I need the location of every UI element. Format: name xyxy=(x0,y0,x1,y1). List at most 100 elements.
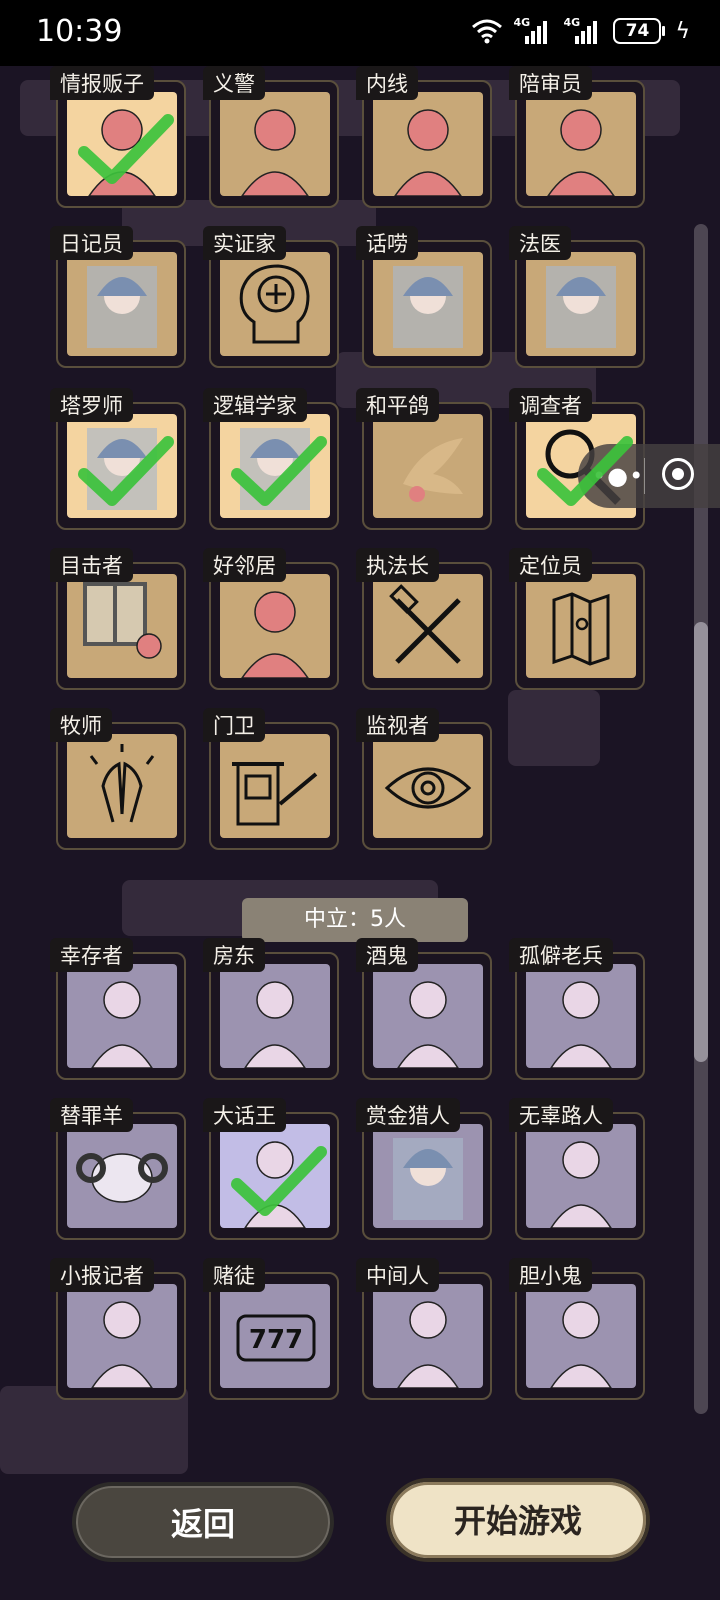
role-name-label: 塔罗师 xyxy=(50,388,133,422)
selected-check-icon xyxy=(78,436,174,506)
role-card[interactable]: 调查者 xyxy=(509,388,647,532)
role-card[interactable]: 酒鬼 xyxy=(356,938,494,1082)
role-card[interactable]: 门卫 xyxy=(203,708,341,852)
role-illustration xyxy=(403,438,463,502)
role-card[interactable]: 小报记者 xyxy=(50,1258,188,1402)
role-portrait xyxy=(526,252,636,356)
role-card[interactable]: 和平鸽 xyxy=(356,388,494,532)
role-illustration xyxy=(76,1153,168,1203)
role-name-label: 无辜路人 xyxy=(509,1098,613,1132)
charging-icon: ϟ xyxy=(675,18,690,44)
role-name-label: 大话王 xyxy=(203,1098,286,1132)
selected-check-icon xyxy=(231,436,327,506)
role-illustration xyxy=(546,266,616,348)
role-card[interactable]: 义警 xyxy=(203,66,341,210)
role-name-label: 实证家 xyxy=(203,226,286,260)
role-portrait xyxy=(526,574,636,678)
role-portrait xyxy=(526,92,636,196)
role-card[interactable]: 法医 xyxy=(509,226,647,370)
signal-icon-2: 4G xyxy=(563,16,603,46)
role-card[interactable]: 情报贩子 xyxy=(50,66,188,210)
role-illustration xyxy=(83,582,162,659)
role-illustration xyxy=(393,266,463,348)
role-illustration xyxy=(232,762,318,826)
role-card[interactable]: 执法长 xyxy=(356,548,494,692)
role-illustration xyxy=(550,981,612,1068)
role-card[interactable]: 房东 xyxy=(203,938,341,1082)
role-card[interactable]: 孤僻老兵 xyxy=(509,938,647,1082)
role-card[interactable]: 好邻居 xyxy=(203,548,341,692)
role-name-label: 牧师 xyxy=(50,708,112,742)
role-name-label: 定位员 xyxy=(509,548,592,582)
role-portrait xyxy=(526,1284,636,1388)
role-name-label: 门卫 xyxy=(203,708,265,742)
scrollbar-thumb[interactable] xyxy=(694,622,708,1062)
role-illustration xyxy=(394,109,462,196)
role-illustration xyxy=(547,109,615,196)
role-name-label: 孤僻老兵 xyxy=(509,938,613,972)
role-card[interactable]: 目击者 xyxy=(50,548,188,692)
role-portrait xyxy=(220,574,330,678)
role-illustration xyxy=(241,591,309,678)
role-illustration: 777 xyxy=(236,1314,316,1362)
role-card[interactable]: 实证家 xyxy=(203,226,341,370)
role-illustration xyxy=(244,981,306,1068)
role-card[interactable]: 监视者 xyxy=(356,708,494,852)
role-card[interactable]: 无辜路人 xyxy=(509,1098,647,1242)
role-card[interactable]: 话唠 xyxy=(356,226,494,370)
selected-check-icon xyxy=(537,436,633,506)
role-illustration xyxy=(91,981,153,1068)
role-illustration xyxy=(552,592,610,666)
role-portrait xyxy=(220,92,330,196)
role-portrait xyxy=(67,964,177,1068)
role-portrait xyxy=(67,734,177,838)
role-name-label: 逻辑学家 xyxy=(203,388,307,422)
role-name-label: 话唠 xyxy=(356,226,418,260)
role-name-label: 幸存者 xyxy=(50,938,133,972)
role-card[interactable]: 777 赌徒 xyxy=(203,1258,341,1402)
role-card[interactable]: 内线 xyxy=(356,66,494,210)
role-card[interactable]: 中间人 xyxy=(356,1258,494,1402)
role-portrait xyxy=(67,1124,177,1228)
role-card[interactable]: 塔罗师 xyxy=(50,388,188,532)
role-card[interactable]: 大话王 xyxy=(203,1098,341,1242)
capsule-divider xyxy=(644,458,645,494)
role-portrait xyxy=(373,1124,483,1228)
selected-check-icon xyxy=(78,114,174,184)
role-portrait xyxy=(373,964,483,1068)
role-illustration xyxy=(393,1138,463,1220)
battery-indicator: 74 xyxy=(613,18,666,44)
status-icons: 4G 4G 74 ϟ xyxy=(471,16,690,46)
role-card[interactable]: 逻辑学家 xyxy=(203,388,341,532)
role-portrait xyxy=(526,1124,636,1228)
role-illustration xyxy=(550,1141,612,1228)
role-portrait xyxy=(67,574,177,678)
role-name-label: 调查者 xyxy=(509,388,592,422)
role-card[interactable]: 替罪羊 xyxy=(50,1098,188,1242)
back-button[interactable]: 返回 xyxy=(72,1482,334,1562)
status-bar: 10:39 4G 4G 74 ϟ xyxy=(0,0,720,66)
role-card[interactable]: 胆小鬼 xyxy=(509,1258,647,1402)
selected-check-icon xyxy=(231,1146,327,1216)
wifi-icon xyxy=(472,19,503,44)
role-name-label: 替罪羊 xyxy=(50,1098,133,1132)
role-portrait xyxy=(220,252,330,356)
role-name-label: 执法长 xyxy=(356,548,439,582)
role-name-label: 小报记者 xyxy=(50,1258,154,1292)
role-name-label: 酒鬼 xyxy=(356,938,418,972)
role-card[interactable]: 赏金猎人 xyxy=(356,1098,494,1242)
role-card[interactable]: 幸存者 xyxy=(50,938,188,1082)
role-portrait xyxy=(373,92,483,196)
role-card[interactable]: 定位员 xyxy=(509,548,647,692)
role-card[interactable]: 日记员 xyxy=(50,226,188,370)
signal-icon: 4G xyxy=(513,16,553,46)
role-card[interactable]: 陪审员 xyxy=(509,66,647,210)
role-card[interactable]: 牧师 xyxy=(50,708,188,852)
role-illustration xyxy=(397,981,459,1068)
role-illustration xyxy=(384,767,472,809)
role-illustration xyxy=(241,109,309,196)
role-portrait xyxy=(220,734,330,838)
role-name-label: 目击者 xyxy=(50,548,133,582)
start-game-button[interactable]: 开始游戏 xyxy=(386,1478,650,1562)
close-target-icon[interactable] xyxy=(662,458,694,490)
